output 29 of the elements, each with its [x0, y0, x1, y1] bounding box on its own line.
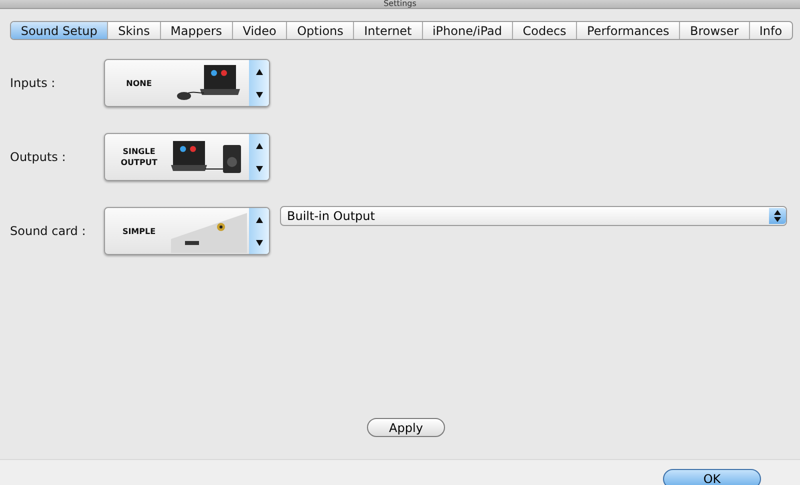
field-label: Inputs :: [10, 76, 56, 90]
tab[interactable]: Codecs: [512, 22, 578, 39]
image-picker[interactable]: NONE: [104, 59, 270, 107]
field-label: Outputs :: [10, 150, 67, 164]
dropdown[interactable]: Built-in Output: [280, 206, 787, 226]
apply-button[interactable]: Apply: [367, 418, 445, 437]
field-label: Sound card :: [10, 224, 87, 238]
tab[interactable]: Browser: [680, 22, 750, 39]
stepper-arrows-icon: [774, 210, 781, 222]
tab[interactable]: Info: [750, 22, 792, 39]
window-title: Settings: [384, 0, 416, 8]
tab[interactable]: iPhone/iPad: [422, 22, 513, 39]
image-picker[interactable]: SIMPLE: [104, 207, 270, 255]
up-arrow-icon[interactable]: [256, 68, 262, 74]
tab[interactable]: Performances: [577, 22, 680, 39]
image-picker[interactable]: SINGLE OUTPUT: [104, 133, 270, 181]
tab[interactable]: Skins: [108, 22, 161, 39]
down-arrow-icon[interactable]: [256, 166, 262, 172]
up-arrow-icon[interactable]: [256, 216, 262, 222]
down-arrow-icon[interactable]: [256, 240, 262, 246]
laptop-mouse-drawing: [176, 63, 242, 103]
tab[interactable]: Video: [232, 22, 288, 39]
tab[interactable]: Internet: [354, 22, 423, 39]
tab[interactable]: Sound Setup: [11, 22, 108, 39]
up-arrow-icon[interactable]: [256, 142, 262, 148]
ok-button[interactable]: OK: [663, 469, 761, 485]
tab[interactable]: Options: [287, 22, 354, 39]
tab[interactable]: Mappers: [160, 22, 233, 39]
down-arrow-icon[interactable]: [256, 92, 262, 98]
